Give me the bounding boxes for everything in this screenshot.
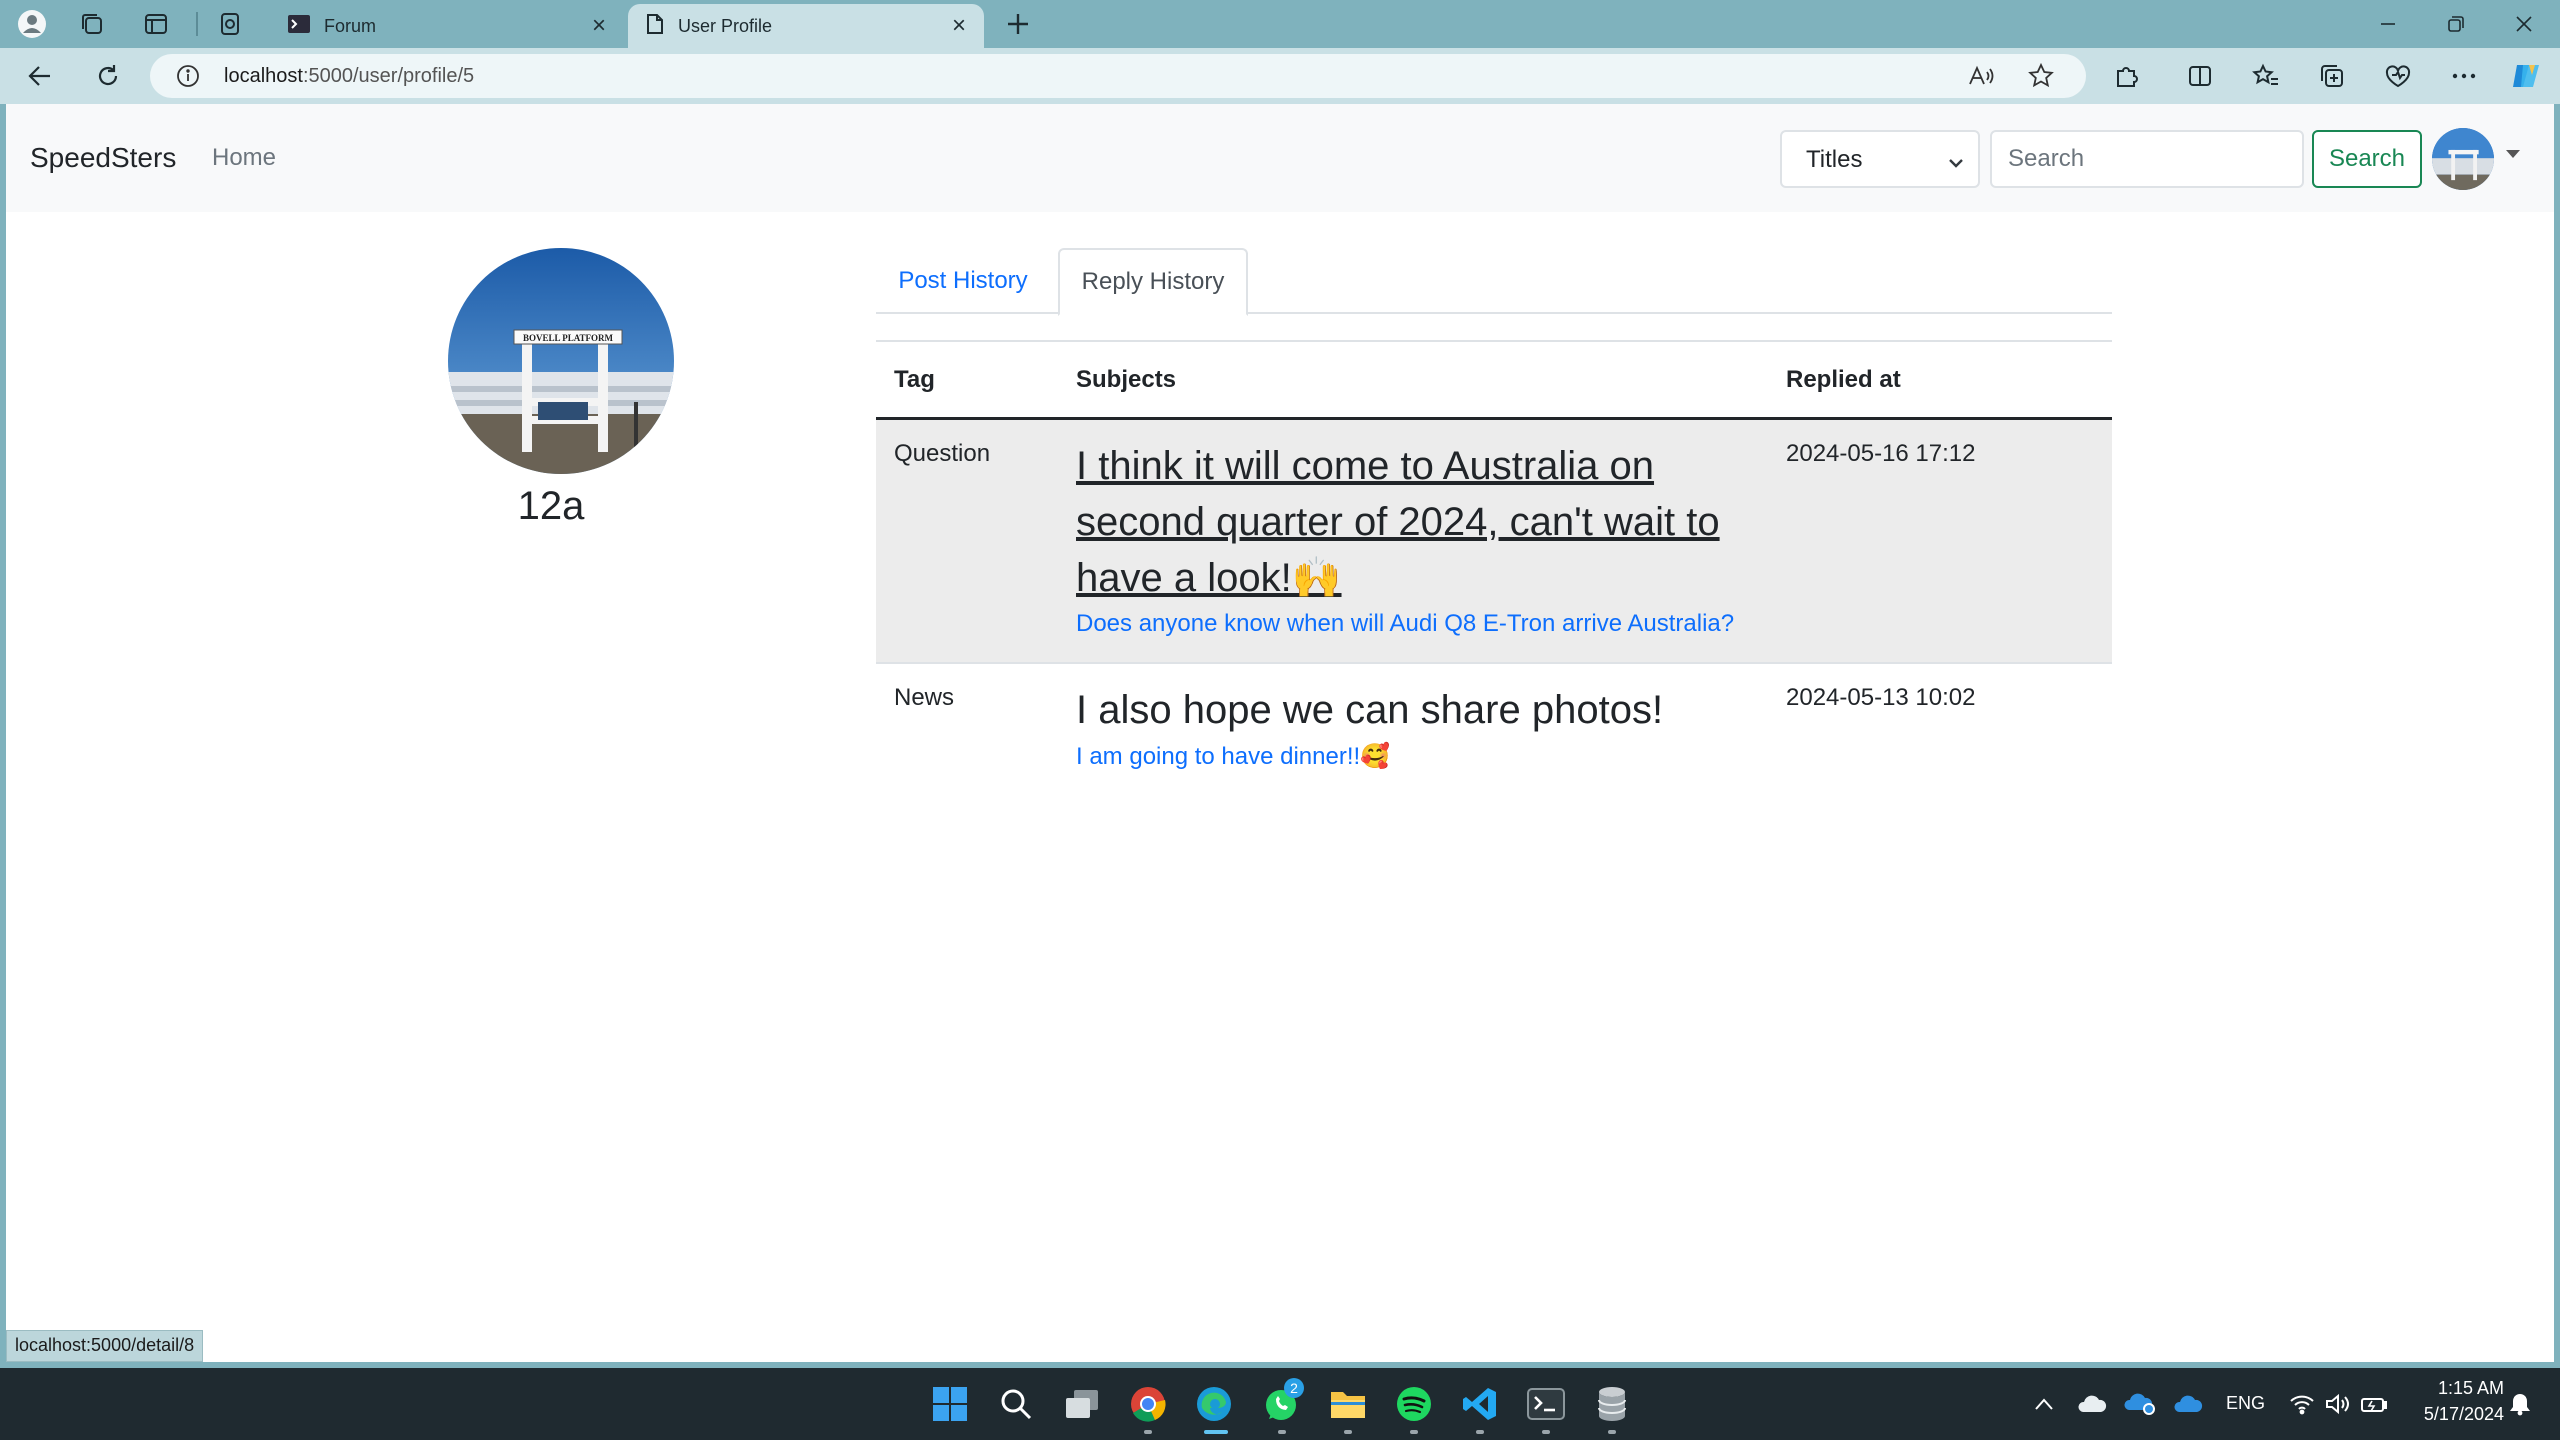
- running-indicator: [1542, 1430, 1550, 1434]
- tab-forum[interactable]: Forum ×: [270, 4, 624, 48]
- tab-reply-history[interactable]: Reply History: [1058, 248, 1248, 316]
- edge-icon[interactable]: [1194, 1384, 1234, 1424]
- nav-home-link[interactable]: Home: [212, 144, 276, 172]
- post-title-link[interactable]: Does anyone know when will Audi Q8 E-Tro…: [1076, 610, 1756, 638]
- terminal-favicon-icon: [288, 14, 310, 38]
- show-hidden-icons-chevron-up-icon[interactable]: [2024, 1384, 2064, 1424]
- tab-user-profile[interactable]: User Profile ×: [628, 4, 984, 48]
- workspaces-icon[interactable]: [74, 6, 110, 42]
- url-text[interactable]: localhost:5000/user/profile/5: [224, 65, 474, 88]
- running-indicator: [1278, 1430, 1286, 1434]
- minimize-button[interactable]: [2354, 0, 2422, 48]
- database-icon[interactable]: [1592, 1384, 1632, 1424]
- table-row: News I also hope we can share photos! I …: [876, 664, 2112, 795]
- terminal-icon[interactable]: [1526, 1384, 1566, 1424]
- status-bar-link-preview: localhost:5000/detail/8: [6, 1330, 204, 1362]
- tab-title: User Profile: [678, 15, 773, 36]
- table-header: Tag Subjects Replied at: [876, 340, 2112, 420]
- post-title-link[interactable]: I am going to have dinner!!🥰: [1076, 742, 1756, 771]
- user-menu-caret-icon[interactable]: [2506, 150, 2520, 158]
- collections-icon[interactable]: [2314, 58, 2350, 94]
- windows-start-icon[interactable]: [930, 1384, 970, 1424]
- tab-title: Forum: [324, 15, 377, 36]
- read-aloud-icon[interactable]: [1968, 64, 1994, 93]
- windows-taskbar: 2 ENG 1:15 AM 5/17/2024: [0, 1368, 2560, 1440]
- site-info-icon[interactable]: [176, 64, 200, 93]
- active-indicator: [1204, 1430, 1228, 1434]
- row-tag: News: [894, 684, 955, 711]
- reply-history-table: Tag Subjects Replied at Question I think…: [876, 340, 2112, 795]
- address-bar[interactable]: localhost:5000/user/profile/5: [150, 54, 2086, 98]
- favorites-icon[interactable]: [2248, 58, 2284, 94]
- avatar-sign-text: BOVELL PLATFORM: [523, 333, 614, 343]
- file-explorer-icon[interactable]: [1328, 1384, 1368, 1424]
- profile-tabs: Post History Reply History: [876, 248, 2112, 316]
- row-subjects: I think it will come to Australia on sec…: [1076, 420, 1756, 662]
- close-icon[interactable]: ×: [952, 14, 966, 38]
- search-scope-value: Titles: [1806, 146, 1863, 173]
- refresh-button[interactable]: [90, 58, 126, 94]
- vscode-icon[interactable]: [1460, 1384, 1500, 1424]
- page-viewport: SpeedSters Home Titles Search Search BOV…: [6, 104, 2554, 1362]
- new-tab-button[interactable]: [1000, 6, 1036, 42]
- search-button[interactable]: Search: [2312, 130, 2422, 188]
- close-window-button[interactable]: [2490, 0, 2558, 48]
- close-icon[interactable]: ×: [592, 14, 606, 38]
- notification-badge: 2: [1284, 1378, 1304, 1398]
- page-favicon-icon: [646, 13, 664, 40]
- copilot-icon[interactable]: [2508, 58, 2544, 94]
- site-navbar: SpeedSters Home Titles Search: [6, 104, 2554, 212]
- onedrive-icon[interactable]: [2072, 1384, 2112, 1424]
- browser-essentials-icon[interactable]: [2380, 58, 2416, 94]
- user-avatar[interactable]: [2432, 128, 2494, 190]
- column-header-tag: Tag: [894, 366, 935, 393]
- running-indicator: [1144, 1430, 1152, 1434]
- profile-avatar: BOVELL PLATFORM: [448, 248, 674, 474]
- profile-icon[interactable]: [14, 6, 50, 42]
- column-header-replied-at: Replied at: [1786, 366, 1901, 393]
- row-replied-at: 2024-05-16 17:12: [1786, 440, 1976, 467]
- spotify-icon[interactable]: [1394, 1384, 1434, 1424]
- reply-content: I also hope we can share photos!: [1076, 688, 1664, 732]
- vertical-tabs-icon[interactable]: [138, 6, 174, 42]
- clock-date[interactable]: 5/17/2024: [2406, 1404, 2504, 1425]
- tab-post-history[interactable]: Post History: [876, 248, 1050, 314]
- search-icon[interactable]: [996, 1384, 1036, 1424]
- search-input[interactable]: [1990, 130, 2304, 188]
- search-scope-select[interactable]: Titles: [1780, 130, 1980, 188]
- extensions-icon[interactable]: [2108, 58, 2144, 94]
- tab-separator: [196, 12, 198, 36]
- language-indicator[interactable]: ENG: [2226, 1393, 2265, 1414]
- tab-actions-icon[interactable]: [212, 6, 248, 42]
- row-subjects: I also hope we can share photos! I am go…: [1076, 664, 1756, 795]
- favorite-star-icon[interactable]: [2028, 62, 2054, 94]
- chevron-down-icon: [1948, 150, 1964, 178]
- browser-tab-strip: Forum × User Profile ×: [0, 0, 2560, 48]
- running-indicator: [1410, 1430, 1418, 1434]
- clock-time[interactable]: 1:15 AM: [2420, 1378, 2504, 1399]
- wifi-icon[interactable]: [2282, 1384, 2322, 1424]
- more-menu-icon[interactable]: [2446, 58, 2482, 94]
- running-indicator: [1344, 1430, 1352, 1434]
- chrome-icon[interactable]: [1128, 1384, 1168, 1424]
- column-header-subjects: Subjects: [1076, 366, 1177, 393]
- running-indicator: [1608, 1430, 1616, 1434]
- row-replied-at: 2024-05-13 10:02: [1786, 684, 1976, 711]
- split-screen-icon[interactable]: [2182, 58, 2218, 94]
- row-tag: Question: [894, 440, 991, 467]
- back-button[interactable]: [22, 58, 58, 94]
- profile-username: 12a: [517, 484, 585, 528]
- browser-toolbar: localhost:5000/user/profile/5: [0, 48, 2560, 104]
- brand-link[interactable]: SpeedSters: [30, 142, 176, 174]
- onedrive-sync-icon[interactable]: [2120, 1384, 2160, 1424]
- onedrive-business-icon[interactable]: [2168, 1384, 2208, 1424]
- notification-bell-icon[interactable]: [2500, 1384, 2540, 1424]
- reply-content-link[interactable]: I think it will come to Australia on sec…: [1076, 438, 1756, 606]
- table-row: Question I think it will come to Austral…: [876, 420, 2112, 664]
- task-view-icon[interactable]: [1062, 1384, 1102, 1424]
- battery-icon[interactable]: [2354, 1384, 2394, 1424]
- volume-icon[interactable]: [2318, 1384, 2358, 1424]
- running-indicator: [1476, 1430, 1484, 1434]
- restore-button[interactable]: [2422, 0, 2490, 48]
